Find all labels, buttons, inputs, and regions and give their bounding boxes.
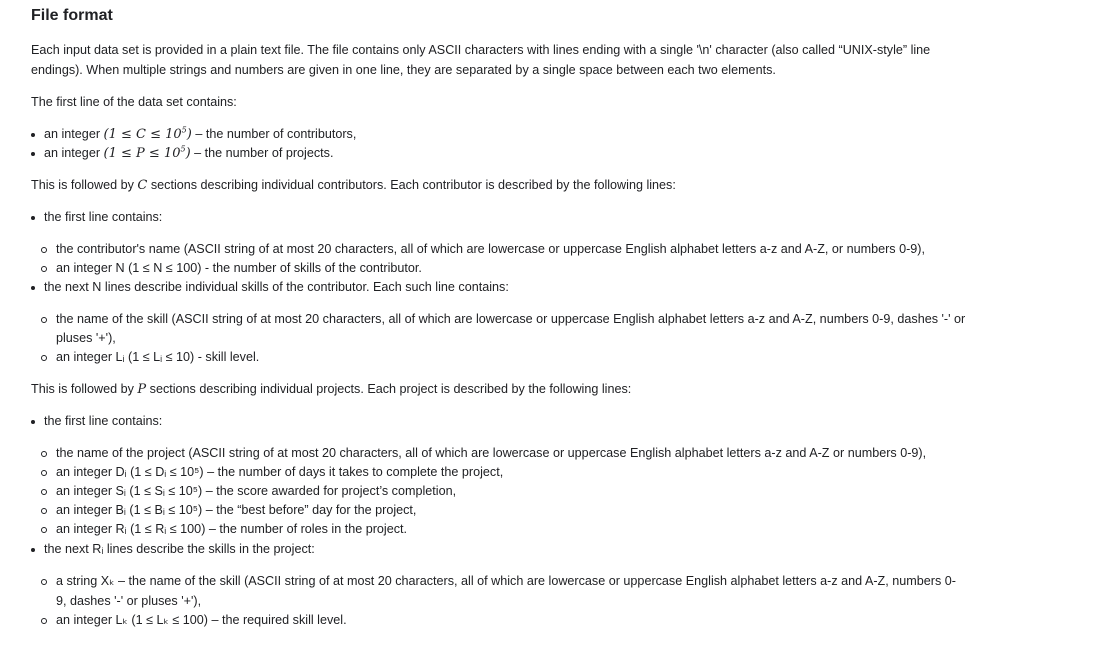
proj-best-before-item: an integer Bᵢ (1 ≤ Bᵢ ≤ 10⁵) – the “best… (56, 503, 417, 517)
intro-line-1: Each input data set is provided in a pla… (31, 43, 931, 57)
bullet-icon (31, 420, 35, 424)
circle-bullet-icon (41, 266, 47, 272)
math-range: (1 ≤ P ≤ 105) (103, 144, 191, 161)
circle-bullet-icon (41, 508, 47, 514)
circle-bullet-icon (41, 527, 47, 533)
contributors-intro: This is followed by C sections describin… (31, 178, 676, 193)
bullet-icon (31, 286, 35, 290)
bullet-icon (31, 548, 35, 552)
skill-name-item-line-1: the name of the skill (ASCII string of a… (56, 312, 966, 326)
projects-intro: This is followed by P sections describin… (31, 382, 632, 397)
proj-score-item: an integer Sᵢ (1 ≤ Sᵢ ≤ 10⁵) – the score… (56, 484, 457, 498)
list-item-contributors-count: an integer (1 ≤ C ≤ 105) – the number of… (44, 125, 357, 142)
contrib-first-line-item: the first line contains: (44, 210, 163, 224)
intro-line-2: endings). When multiple strings and numb… (31, 63, 776, 77)
circle-bullet-icon (41, 451, 47, 457)
circle-bullet-icon (41, 247, 47, 253)
circle-bullet-icon (41, 355, 47, 361)
circle-bullet-icon (41, 489, 47, 495)
list-item-projects-count: an integer (1 ≤ P ≤ 105) – the number of… (44, 144, 334, 161)
bullet-icon (31, 133, 35, 137)
file-format-section: File format Each input data set is provi… (0, 0, 1104, 645)
math-range: (1 ≤ C ≤ 105) (103, 125, 192, 142)
circle-bullet-icon (41, 618, 47, 624)
contrib-next-item: the next N lines describe individual ski… (44, 280, 509, 294)
proj-days-item: an integer Dᵢ (1 ≤ Dᵢ ≤ 10⁵) – the numbe… (56, 465, 504, 479)
skill-level-item: an integer Lᵢ (1 ≤ Lᵢ ≤ 10) - skill leve… (56, 350, 260, 364)
first-line-label: The first line of the data set contains: (31, 95, 237, 109)
circle-bullet-icon (41, 470, 47, 476)
req-skill-item-line-1: a string Xₖ – the name of the skill (ASC… (56, 574, 956, 588)
proj-roles-item: an integer Rᵢ (1 ≤ Rᵢ ≤ 100) – the numbe… (56, 522, 407, 536)
circle-bullet-icon (41, 579, 47, 585)
req-skill-item-line-2: 9, dashes '-' or pluses '+'), (56, 594, 202, 608)
proj-first-line-item: the first line contains: (44, 414, 163, 428)
contrib-skill-count-item: an integer N (1 ≤ N ≤ 100) - the number … (56, 261, 422, 275)
bullet-icon (31, 216, 35, 220)
circle-bullet-icon (41, 317, 47, 323)
req-level-item: an integer Lₖ (1 ≤ Lₖ ≤ 100) – the requi… (56, 613, 347, 627)
proj-name-item: the name of the project (ASCII string of… (56, 446, 927, 460)
contrib-name-item: the contributor's name (ASCII string of … (56, 242, 925, 256)
section-title: File format (31, 7, 113, 24)
proj-next-item: the next Rᵢ lines describe the skills in… (44, 542, 315, 556)
bullet-icon (31, 152, 35, 156)
skill-name-item-line-2: pluses '+'), (56, 331, 116, 345)
